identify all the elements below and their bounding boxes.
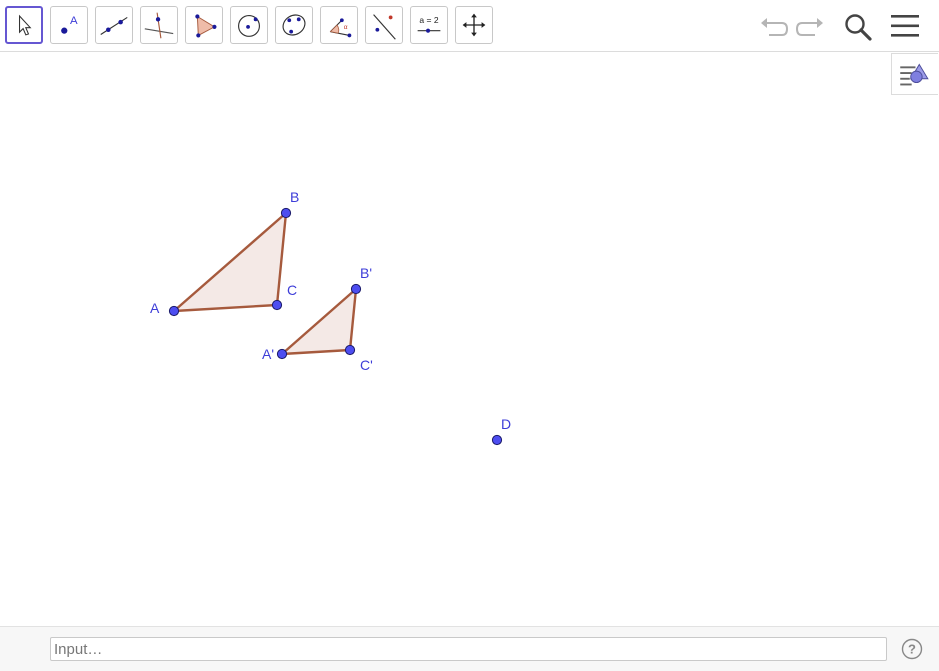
point-b-prime[interactable] [350,283,362,295]
point-icon: A [61,15,78,34]
reflect-tool-button[interactable] [365,6,403,44]
point-a[interactable] [168,305,180,317]
reflect-about-line-icon [373,14,396,40]
label-b: B [290,189,299,205]
toolbar: A α a = 2 [0,0,939,52]
perpendicular-line-tool-button[interactable] [140,6,178,44]
search-button[interactable] [840,10,874,42]
help-icon: ? [901,638,923,660]
slider-tool-button[interactable]: a = 2 [410,6,448,44]
label-c-prime: C' [360,357,373,373]
line-through-points-icon [100,16,128,35]
point-b[interactable] [280,207,292,219]
polygon-tool-button[interactable] [185,6,223,44]
label-d: D [501,416,511,432]
move-tool-button[interactable] [5,6,43,44]
label-b-prime: B' [360,265,372,281]
redo-icon [795,18,823,36]
undo-button[interactable] [757,10,791,42]
move-view-icon [462,13,486,37]
angle-tool-button[interactable]: α [320,6,358,44]
redo-button[interactable] [793,10,827,42]
geometry-canvas[interactable]: A B C A' B' C' D [0,53,939,626]
label-a: A [150,300,160,316]
circle-center-point-icon [238,14,260,37]
point-tool-button[interactable]: A [50,6,88,44]
svg-text:A: A [70,15,78,27]
label-c: C [287,282,297,298]
triangle-abc[interactable] [172,211,288,313]
angle-icon: α [329,18,352,38]
point-a-prime[interactable] [276,348,288,360]
undo-icon [761,18,789,36]
polygon-icon [195,14,217,38]
label-a-prime: A' [262,346,274,362]
search-icon [845,14,872,41]
conic-tool-button[interactable] [275,6,313,44]
graphics-view[interactable]: A B C A' B' C' D [0,53,939,626]
move-graphics-view-tool-button[interactable] [455,6,493,44]
svg-text:α: α [344,24,348,31]
slider-icon-label: a = 2 [419,15,438,25]
line-tool-button[interactable] [95,6,133,44]
point-c[interactable] [271,299,283,311]
cursor-arrow-icon [18,14,32,36]
ellipse-icon [282,14,306,36]
triangle-a1b1c1[interactable] [280,287,358,356]
menu-icon [891,15,919,37]
point-c-prime[interactable] [344,344,356,356]
point-d[interactable] [491,434,503,446]
perpendicular-line-icon [144,12,174,39]
circle-tool-button[interactable] [230,6,268,44]
input-bar: ? [0,626,939,671]
algebra-input[interactable] [50,637,887,661]
svg-text:?: ? [908,642,916,657]
main-menu-button[interactable] [888,10,922,42]
help-button[interactable]: ? [901,638,923,660]
slider-icon: a = 2 [417,15,441,33]
